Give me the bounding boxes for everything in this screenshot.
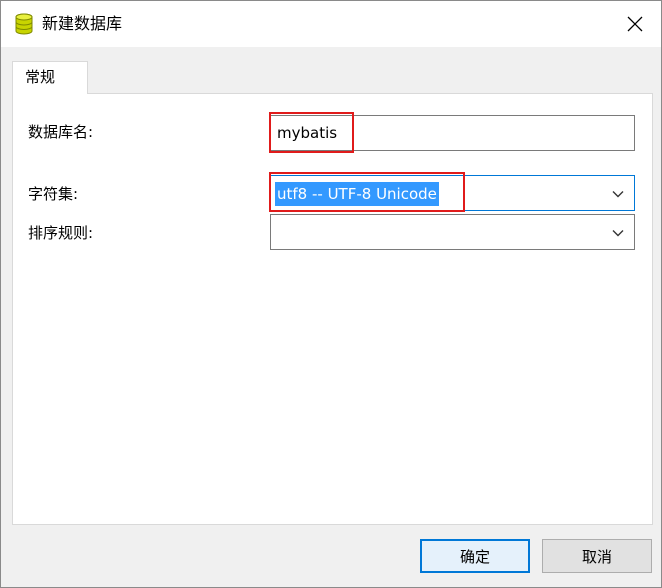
title-bar: 新建数据库 — [1, 1, 661, 47]
chevron-down-icon — [612, 230, 624, 237]
chevron-down-icon — [612, 191, 624, 198]
new-database-dialog: 新建数据库 常规 数据库名: 字符集: utf8 -- UTF-8 Unicod… — [0, 0, 662, 588]
ok-button[interactable]: 确定 — [420, 539, 530, 573]
cancel-button[interactable]: 取消 — [542, 539, 652, 573]
database-name-input[interactable] — [270, 115, 635, 151]
charset-selected-value: utf8 -- UTF-8 Unicode — [275, 182, 439, 206]
tab-general-label: 常规 — [25, 68, 56, 86]
tab-general[interactable]: 常规 — [12, 61, 88, 94]
collation-select[interactable] — [270, 214, 635, 250]
database-name-label: 数据库名: — [28, 123, 94, 141]
tab-panel-general — [12, 93, 653, 525]
database-icon — [15, 13, 33, 35]
charset-select[interactable]: utf8 -- UTF-8 Unicode — [270, 175, 635, 211]
close-button[interactable] — [615, 7, 655, 41]
charset-label: 字符集: — [28, 185, 79, 203]
dialog-title: 新建数据库 — [42, 14, 123, 33]
collation-selected-value — [275, 221, 279, 245]
collation-label: 排序规则: — [28, 224, 94, 242]
close-icon — [627, 16, 643, 32]
